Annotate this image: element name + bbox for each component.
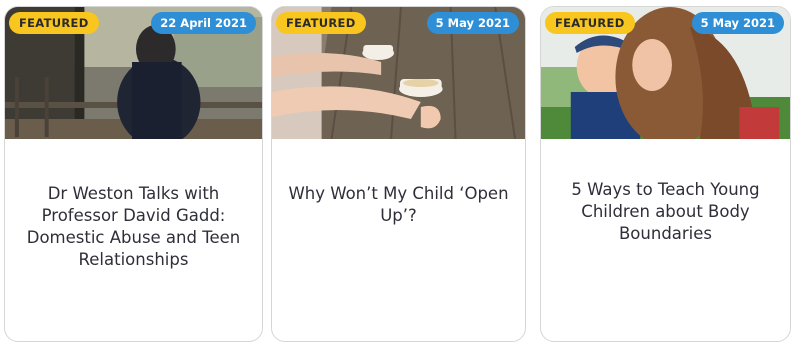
article-title[interactable]: Why Won’t My Child ‘Open Up’? xyxy=(282,183,515,227)
date-badge: 22 April 2021 xyxy=(151,12,256,34)
article-title[interactable]: Dr Weston Talks with Professor David Gad… xyxy=(15,183,252,271)
person-at-window-photo[interactable]: FEATURED 22 April 2021 xyxy=(5,7,262,139)
article-card[interactable]: FEATURED 5 May 2021 5 Ways to Teach Youn… xyxy=(540,6,791,342)
hands-with-cups-on-table-photo[interactable]: FEATURED 5 May 2021 xyxy=(272,7,525,139)
article-card[interactable]: FEATURED 22 April 2021 Dr Weston Talks w… xyxy=(4,6,263,342)
mother-kissing-child-photo[interactable]: FEATURED 5 May 2021 xyxy=(541,7,790,139)
featured-badge: FEATURED xyxy=(545,12,635,34)
featured-badge: FEATURED xyxy=(9,12,99,34)
date-badge: 5 May 2021 xyxy=(691,12,784,34)
featured-badge: FEATURED xyxy=(276,12,366,34)
article-card[interactable]: FEATURED 5 May 2021 Why Won’t My Child ‘… xyxy=(271,6,526,342)
article-title[interactable]: 5 Ways to Teach Young Children about Bod… xyxy=(551,179,780,245)
date-badge: 5 May 2021 xyxy=(426,12,519,34)
